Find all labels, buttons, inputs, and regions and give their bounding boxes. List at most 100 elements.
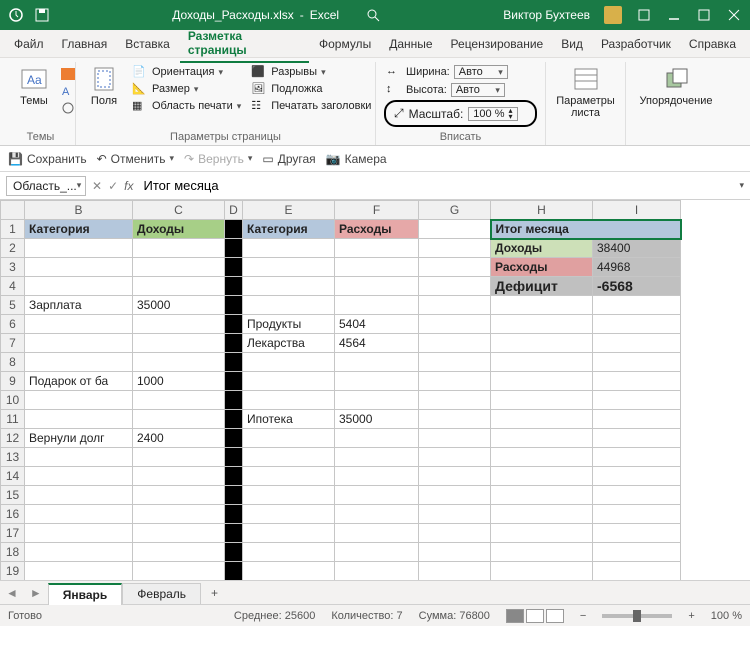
qat-undo[interactable]: ↶Отменить▾ — [97, 152, 174, 166]
cell[interactable] — [243, 277, 335, 296]
minimize-icon[interactable] — [666, 7, 682, 23]
cell[interactable] — [133, 486, 225, 505]
select-all-corner[interactable] — [1, 201, 25, 220]
cell[interactable] — [335, 486, 419, 505]
cell[interactable] — [133, 258, 225, 277]
cell[interactable] — [419, 467, 491, 486]
cell[interactable] — [225, 448, 243, 467]
cell[interactable] — [225, 467, 243, 486]
cell[interactable]: Ипотека — [243, 410, 335, 429]
cell[interactable] — [593, 296, 681, 315]
size-button[interactable]: 📐Размер▾ — [130, 81, 243, 97]
cell[interactable] — [133, 543, 225, 562]
close-icon[interactable] — [726, 7, 742, 23]
menu-review[interactable]: Рецензирование — [443, 33, 552, 55]
col-header[interactable]: G — [419, 201, 491, 220]
qat-save[interactable]: 💾Сохранить — [8, 152, 87, 166]
cell[interactable] — [225, 277, 243, 296]
cell[interactable] — [25, 448, 133, 467]
cancel-icon[interactable]: ✕ — [92, 179, 102, 193]
cell[interactable] — [419, 353, 491, 372]
cell[interactable] — [25, 486, 133, 505]
cell[interactable]: 44968 — [593, 258, 681, 277]
cell[interactable] — [419, 410, 491, 429]
cell[interactable] — [491, 505, 593, 524]
cell[interactable] — [225, 391, 243, 410]
themes-button[interactable]: Aa Темы — [14, 64, 54, 115]
cell[interactable] — [491, 486, 593, 505]
cell[interactable] — [243, 239, 335, 258]
colors-icon[interactable] — [60, 67, 76, 81]
row-header[interactable]: 9 — [1, 372, 25, 391]
ribbon-options-icon[interactable] — [636, 7, 652, 23]
cell[interactable] — [25, 353, 133, 372]
cell[interactable] — [243, 448, 335, 467]
cell[interactable] — [335, 467, 419, 486]
zoom-out-icon[interactable]: − — [580, 610, 586, 622]
cell[interactable] — [593, 429, 681, 448]
cell[interactable] — [225, 258, 243, 277]
row-header[interactable]: 14 — [1, 467, 25, 486]
cell[interactable] — [419, 315, 491, 334]
cell[interactable] — [491, 524, 593, 543]
cell[interactable] — [335, 391, 419, 410]
cell[interactable] — [593, 410, 681, 429]
cell[interactable] — [133, 334, 225, 353]
cell[interactable] — [225, 334, 243, 353]
formula-input[interactable] — [139, 176, 733, 195]
cell[interactable] — [491, 429, 593, 448]
fit-height-combo[interactable]: Авто▾ — [451, 83, 505, 97]
row-header[interactable]: 13 — [1, 448, 25, 467]
cell[interactable] — [491, 334, 593, 353]
cell[interactable] — [225, 524, 243, 543]
cell[interactable] — [133, 239, 225, 258]
cell[interactable] — [243, 391, 335, 410]
cell[interactable] — [243, 543, 335, 562]
cell[interactable] — [593, 505, 681, 524]
cell[interactable] — [25, 467, 133, 486]
cell[interactable] — [225, 486, 243, 505]
menu-help[interactable]: Справка — [681, 33, 744, 55]
new-sheet-icon[interactable]: + — [201, 586, 228, 600]
scale-spinner[interactable]: 100 %▴▾ — [468, 107, 517, 121]
cell[interactable] — [225, 543, 243, 562]
save-icon[interactable] — [34, 7, 50, 23]
col-header[interactable]: B — [25, 201, 133, 220]
cell[interactable] — [133, 353, 225, 372]
cell[interactable] — [593, 372, 681, 391]
enter-icon[interactable]: ✓ — [108, 179, 118, 193]
zoom-slider[interactable] — [602, 614, 672, 618]
cell[interactable] — [243, 296, 335, 315]
cell[interactable] — [419, 543, 491, 562]
col-header[interactable]: I — [593, 201, 681, 220]
cell[interactable] — [25, 277, 133, 296]
cell[interactable]: Подарок от ба — [25, 372, 133, 391]
cell[interactable]: 2400 — [133, 429, 225, 448]
cell[interactable] — [225, 505, 243, 524]
cell[interactable] — [335, 524, 419, 543]
cell[interactable] — [419, 505, 491, 524]
cell[interactable] — [25, 239, 133, 258]
cell[interactable] — [243, 524, 335, 543]
menu-page-layout[interactable]: Разметка страницы — [180, 25, 309, 63]
menu-developer[interactable]: Разработчик — [593, 33, 679, 55]
user-name[interactable]: Виктор Бухтеев — [503, 8, 590, 22]
row-header[interactable]: 10 — [1, 391, 25, 410]
cell[interactable] — [335, 353, 419, 372]
row-header[interactable]: 11 — [1, 410, 25, 429]
row-header[interactable]: 17 — [1, 524, 25, 543]
orientation-button[interactable]: 📄Ориентация▾ — [130, 64, 243, 80]
cell[interactable]: Доходы — [491, 239, 593, 258]
fx-icon[interactable]: fx — [124, 179, 133, 193]
margins-button[interactable]: Поля — [84, 64, 124, 114]
cell[interactable] — [419, 220, 491, 239]
cell[interactable] — [225, 239, 243, 258]
cell[interactable] — [133, 448, 225, 467]
cell[interactable] — [593, 334, 681, 353]
cell[interactable]: 1000 — [133, 372, 225, 391]
cell[interactable] — [419, 524, 491, 543]
cell[interactable] — [133, 315, 225, 334]
cell[interactable]: Расходы — [335, 220, 419, 239]
cell[interactable]: 5404 — [335, 315, 419, 334]
cell[interactable] — [335, 372, 419, 391]
